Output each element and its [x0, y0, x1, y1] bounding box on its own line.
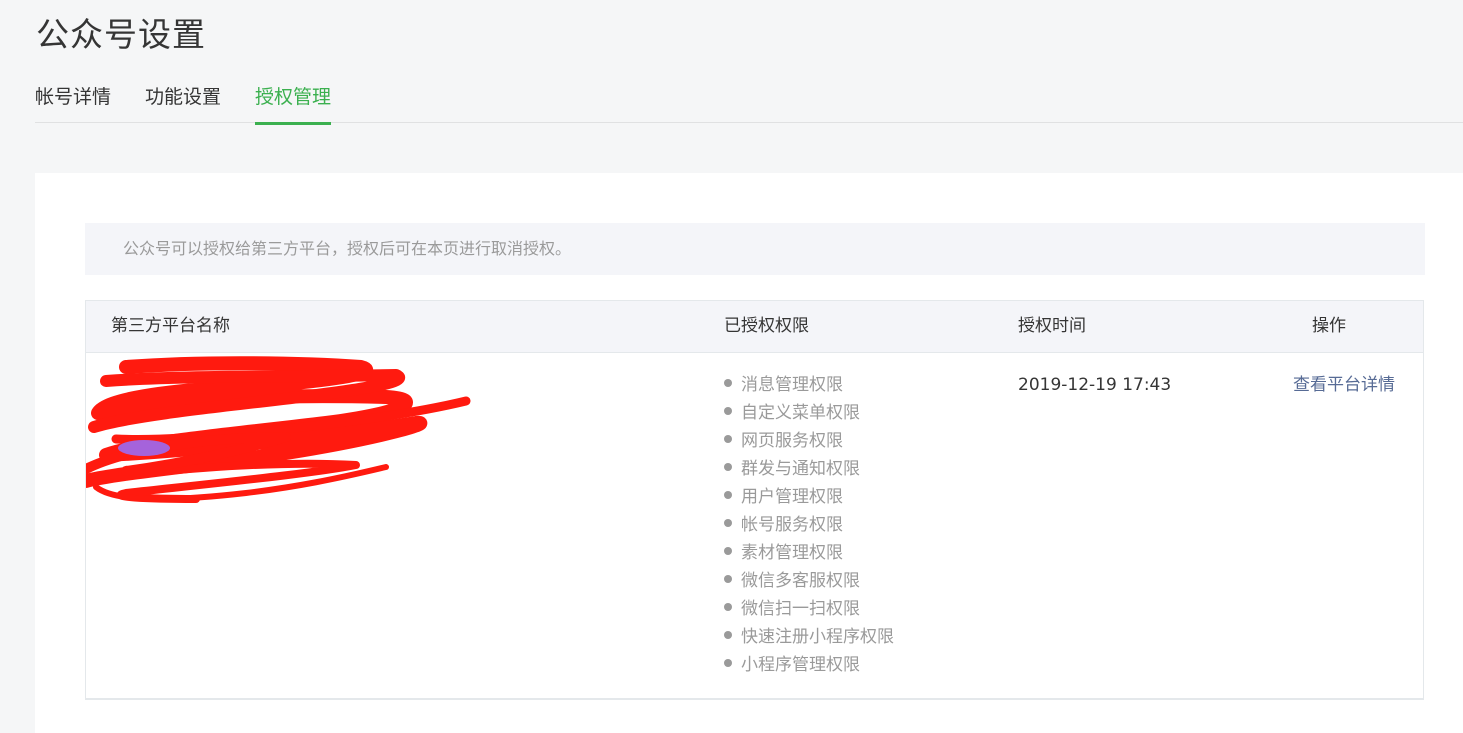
column-header-permissions: 已授权权限 — [724, 316, 809, 336]
bullet-icon — [724, 603, 732, 611]
notice-banner: 公众号可以授权给第三方平台，授权后可在本页进行取消授权。 — [85, 223, 1425, 275]
authorization-time: 2019-12-19 17:43 — [1018, 375, 1172, 395]
list-item: 用户管理权限 — [724, 483, 894, 511]
list-item: 消息管理权限 — [724, 371, 894, 399]
bullet-icon — [724, 463, 732, 471]
bullet-icon — [724, 435, 732, 443]
list-item: 素材管理权限 — [724, 539, 894, 567]
tab-bar: 帐号详情 功能设置 授权管理 — [35, 70, 1463, 125]
page-title: 公众号设置 — [36, 15, 206, 54]
permission-list: 消息管理权限 自定义菜单权限 网页服务权限 群发与通知权限 用户管理权限 帐号服… — [724, 371, 894, 679]
bullet-icon — [724, 519, 732, 527]
bullet-icon — [724, 407, 732, 415]
tab-feature-settings[interactable]: 功能设置 — [145, 82, 221, 122]
view-platform-details-link[interactable]: 查看平台详情 — [1293, 371, 1395, 399]
tab-account-details[interactable]: 帐号详情 — [35, 82, 111, 122]
list-item: 微信扫一扫权限 — [724, 595, 894, 623]
bullet-icon — [724, 547, 732, 555]
list-item: 群发与通知权限 — [724, 455, 894, 483]
column-header-platform-name: 第三方平台名称 — [111, 316, 230, 336]
bullet-icon — [724, 379, 732, 387]
table-header: 第三方平台名称 已授权权限 授权时间 操作 — [86, 301, 1423, 353]
table-row: 消息管理权限 自定义菜单权限 网页服务权限 群发与通知权限 用户管理权限 帐号服… — [79, 353, 1423, 699]
bullet-icon — [724, 659, 732, 667]
bullet-icon — [724, 491, 732, 499]
tab-authorization-management[interactable]: 授权管理 — [255, 82, 332, 125]
bullet-icon — [724, 575, 732, 583]
list-item: 帐号服务权限 — [724, 511, 894, 539]
list-item: 微信多客服权限 — [724, 567, 894, 595]
list-item: 自定义菜单权限 — [724, 399, 894, 427]
list-item: 网页服务权限 — [724, 427, 894, 455]
column-header-action: 操作 — [1312, 316, 1346, 336]
column-header-auth-time: 授权时间 — [1018, 316, 1086, 336]
list-item: 小程序管理权限 — [724, 651, 894, 679]
authorization-table: 第三方平台名称 已授权权限 授权时间 操作 消息管理权限 自定义菜单权限 网页服… — [79, 300, 1424, 700]
bullet-icon — [724, 631, 732, 639]
redaction-scribble — [79, 356, 471, 503]
content-card: 公众号可以授权给第三方平台，授权后可在本页进行取消授权。 第三方平台名称 已授权… — [35, 173, 1463, 733]
platform-name-redacted — [79, 353, 506, 553]
list-item: 快速注册小程序权限 — [724, 623, 894, 651]
